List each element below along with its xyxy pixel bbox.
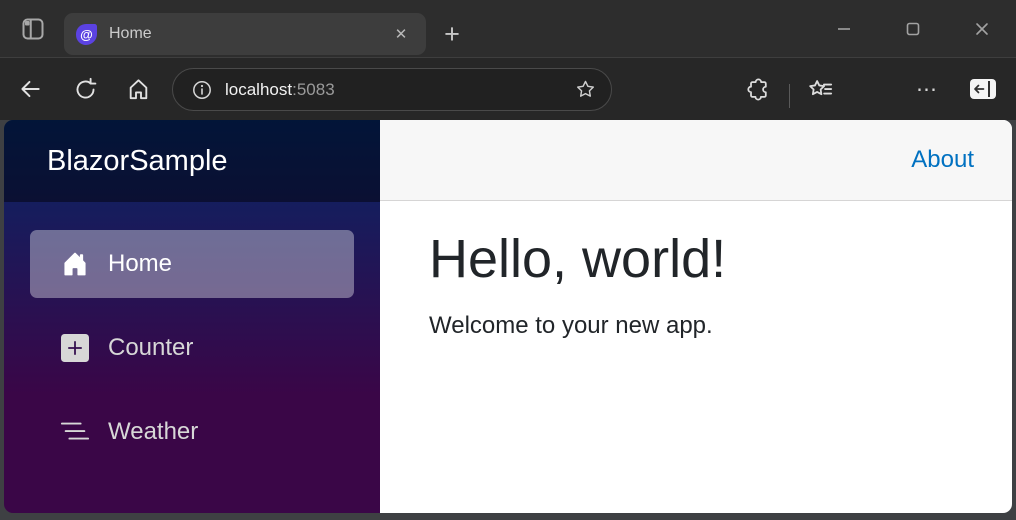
- address-bar[interactable]: localhost:5083: [172, 68, 612, 111]
- page-viewport: BlazorSample Home Counter Weather About …: [4, 120, 1012, 513]
- browser-toolbar: localhost:5083 ⋯: [0, 57, 1016, 120]
- maximize-icon: [906, 22, 919, 35]
- sidebar-item-label: Home: [108, 250, 173, 277]
- star-icon: [577, 80, 594, 97]
- welcome-text: Welcome to your new app.: [429, 311, 713, 339]
- window-controls: [809, 0, 1016, 57]
- site-info-button[interactable]: [187, 75, 217, 105]
- url-host: localhost: [225, 79, 293, 99]
- minimize-button[interactable]: [809, 0, 878, 57]
- settings-menu-button[interactable]: ⋯: [907, 69, 947, 109]
- about-link[interactable]: About: [911, 146, 974, 174]
- sidebar-nav: Home Counter Weather: [4, 202, 380, 466]
- sidebar-item-weather[interactable]: Weather: [30, 398, 354, 466]
- tab-actions-menu-button[interactable]: [14, 10, 52, 48]
- refresh-icon: [76, 77, 96, 98]
- browser-tab-home[interactable]: @ Home ✕: [64, 13, 426, 55]
- extensions-button[interactable]: [738, 69, 778, 109]
- sidebar-item-home[interactable]: Home: [30, 230, 354, 298]
- puzzle-icon: [746, 78, 767, 100]
- tab-close-icon[interactable]: ✕: [388, 21, 414, 47]
- sidebar-item-label: Weather: [108, 418, 199, 445]
- new-tab-button[interactable]: +: [433, 15, 471, 53]
- brand-row: BlazorSample: [4, 120, 380, 202]
- minimize-icon: [837, 27, 850, 30]
- sidebar-item-label: Counter: [108, 334, 194, 361]
- top-row: About: [380, 120, 1012, 201]
- url-port: :5083: [292, 79, 335, 99]
- blazor-favicon-icon: @: [76, 23, 97, 45]
- tab-actions-icon: [22, 18, 44, 40]
- sidebar-panel-icon: [970, 79, 996, 99]
- tab-title: Home: [109, 25, 152, 42]
- window-frame: BlazorSample Home Counter Weather About …: [0, 120, 1016, 520]
- maximize-button[interactable]: [878, 0, 947, 57]
- back-arrow-icon: [21, 80, 40, 98]
- browser-window: @ Home ✕ + localhost:5083 ⋯ BlazorSampl…: [0, 0, 1016, 520]
- home-button[interactable]: [118, 69, 158, 109]
- home-icon: [129, 78, 147, 99]
- favorites-star-icon: [808, 79, 832, 95]
- app-brand[interactable]: BlazorSample: [47, 145, 228, 178]
- close-icon: [975, 22, 988, 35]
- info-icon: [193, 80, 211, 99]
- back-button[interactable]: [10, 69, 50, 109]
- tab-strip: @ Home ✕ +: [0, 0, 1016, 57]
- app-sidebar: BlazorSample Home Counter Weather: [4, 120, 380, 513]
- toolbar-divider: [789, 84, 790, 108]
- refresh-button[interactable]: [65, 69, 105, 109]
- page-content: Hello, world! Welcome to your new app.: [380, 201, 1012, 366]
- bookmark-star-button[interactable]: [574, 78, 597, 101]
- plus-square-icon: [58, 334, 92, 362]
- page-title: Hello, world!: [429, 229, 727, 289]
- list-nested-icon: [58, 417, 92, 447]
- main-area: About Hello, world! Welcome to your new …: [380, 120, 1012, 513]
- close-window-button[interactable]: [947, 0, 1016, 57]
- house-icon: [58, 251, 92, 277]
- favorites-button[interactable]: [800, 69, 840, 109]
- ellipsis-icon: ⋯: [916, 77, 938, 101]
- sidebar-item-counter[interactable]: Counter: [30, 314, 354, 382]
- sidebar-toggle-button[interactable]: [963, 69, 1003, 109]
